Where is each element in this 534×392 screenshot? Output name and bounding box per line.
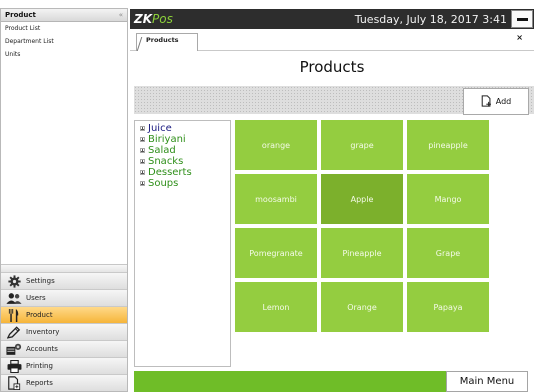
bottom-status-bar — [134, 371, 446, 392]
nav-printing-label: Printing — [26, 362, 53, 370]
fork-knife-icon — [5, 308, 23, 322]
nav-printing[interactable]: Printing — [1, 357, 127, 374]
category-item[interactable]: Soups — [140, 178, 230, 189]
product-tile[interactable]: Mango — [407, 174, 489, 224]
gear-icon — [5, 274, 23, 288]
sidebar-header: Product « — [1, 9, 127, 22]
users-icon — [5, 291, 23, 305]
category-item[interactable]: Desserts — [140, 167, 230, 178]
nav-product-label: Product — [26, 311, 53, 319]
product-tile[interactable]: Orange — [321, 282, 403, 332]
category-item[interactable]: Biriyani — [140, 134, 230, 145]
expand-plus-icon[interactable] — [140, 159, 145, 164]
category-label: Snacks — [148, 156, 184, 167]
product-tile[interactable]: Pineapple — [321, 228, 403, 278]
sidebar-title: Product — [5, 11, 36, 19]
add-button-label: Add — [495, 97, 512, 106]
nav-reports[interactable]: Reports — [1, 374, 127, 391]
nav-settings-label: Settings — [26, 277, 55, 285]
sidebar-item-department-list[interactable]: Department List — [1, 35, 127, 48]
page-title: Products — [299, 58, 365, 76]
logo-zk: ZK — [134, 12, 152, 26]
category-label: Soups — [148, 178, 179, 189]
sidebar-item-product-list[interactable]: Product List — [1, 22, 127, 35]
nav-inventory[interactable]: Inventory — [1, 323, 127, 340]
accounts-icon — [5, 342, 23, 356]
expand-plus-icon[interactable] — [140, 148, 145, 153]
toolbar: Add — [134, 86, 534, 115]
nav-users-label: Users — [26, 294, 46, 302]
category-item[interactable]: Salad — [140, 145, 230, 156]
sidebar-item-units[interactable]: Units — [1, 48, 127, 61]
nav-reports-label: Reports — [26, 379, 53, 387]
printer-icon — [5, 359, 23, 373]
nav-inventory-label: Inventory — [26, 328, 60, 336]
title-bar: ZKPos Tuesday, July 18, 2017 3:41 — [130, 9, 534, 29]
nav-product[interactable]: Product — [1, 306, 127, 323]
category-label: Desserts — [148, 167, 192, 178]
minimize-button[interactable] — [511, 10, 533, 28]
expand-plus-icon[interactable] — [140, 181, 145, 186]
product-tile[interactable]: grape — [321, 120, 403, 170]
logo-pos: Pos — [152, 12, 173, 26]
datetime-display: Tuesday, July 18, 2017 3:41 — [354, 12, 507, 26]
add-document-icon — [481, 92, 492, 111]
main-nav-menu: Settings Users Product Inventory Account — [1, 264, 127, 391]
nav-accounts[interactable]: Accounts — [1, 340, 127, 357]
close-tab-icon[interactable]: × — [516, 33, 523, 42]
nav-settings[interactable]: Settings — [1, 272, 127, 289]
product-tile[interactable]: Apple — [321, 174, 403, 224]
pencil-icon — [5, 325, 23, 339]
collapse-sidebar-icon[interactable]: « — [119, 11, 123, 19]
tab-products[interactable]: Products — [136, 33, 198, 51]
product-tile[interactable]: Pomegranate — [235, 228, 317, 278]
category-tree: Juice Biriyani Salad Snacks Desserts Soups — [134, 120, 231, 367]
category-item[interactable]: Snacks — [140, 156, 230, 167]
tab-strip: Products × — [130, 29, 534, 51]
zkpos-logo: ZKPos — [134, 12, 173, 26]
main-menu-button[interactable]: Main Menu — [446, 371, 528, 392]
product-tile[interactable]: Lemon — [235, 282, 317, 332]
add-button[interactable]: Add — [463, 88, 529, 115]
product-tile[interactable]: Grape — [407, 228, 489, 278]
expand-plus-icon[interactable] — [140, 126, 145, 131]
expand-plus-icon[interactable] — [140, 170, 145, 175]
category-label: Biriyani — [148, 134, 186, 145]
nav-users[interactable]: Users — [1, 289, 127, 306]
category-label: Juice — [148, 123, 172, 134]
report-icon — [5, 376, 23, 390]
product-tile[interactable]: moosambi — [235, 174, 317, 224]
category-item[interactable]: Juice — [140, 123, 230, 134]
category-label: Salad — [148, 145, 176, 156]
sidebar: Product « Product List Department List U… — [0, 8, 128, 392]
product-tile[interactable]: pineapple — [407, 120, 489, 170]
product-tile[interactable]: orange — [235, 120, 317, 170]
nav-accounts-label: Accounts — [26, 345, 58, 353]
minimize-icon — [516, 17, 528, 21]
expand-plus-icon[interactable] — [140, 137, 145, 142]
product-tile[interactable]: Papaya — [407, 282, 489, 332]
menu-splitter[interactable] — [1, 264, 127, 272]
